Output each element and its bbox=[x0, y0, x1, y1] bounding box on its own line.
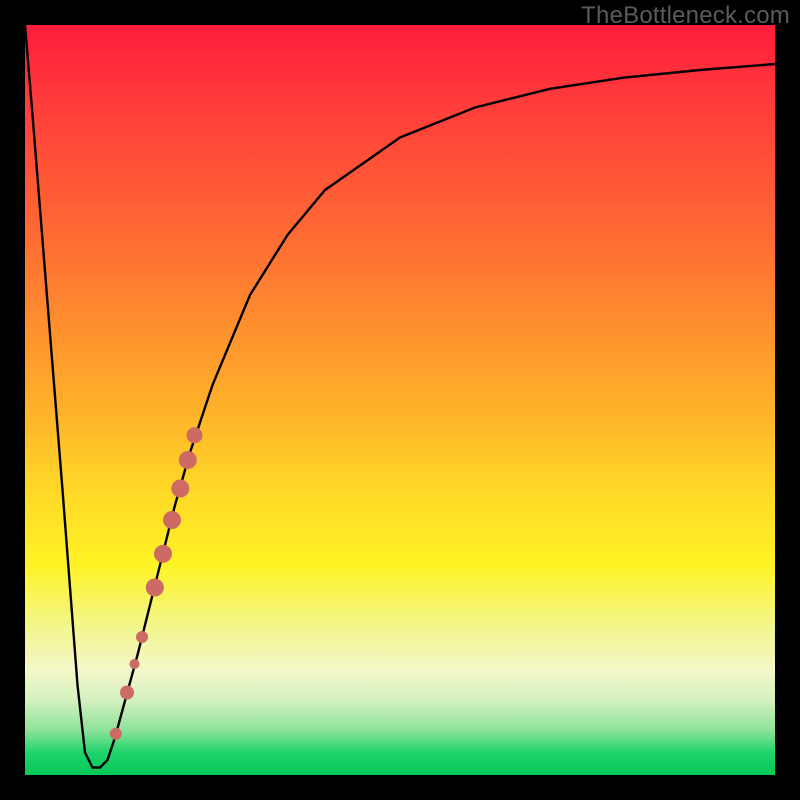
data-point bbox=[179, 451, 197, 469]
data-point bbox=[154, 545, 172, 563]
data-point bbox=[171, 480, 189, 498]
data-point bbox=[187, 427, 203, 443]
chart-svg bbox=[25, 25, 775, 775]
data-point bbox=[163, 511, 181, 529]
watermark-text: TheBottleneck.com bbox=[581, 2, 790, 30]
chart-frame: TheBottleneck.com bbox=[0, 0, 800, 800]
highlight-points bbox=[110, 427, 203, 740]
data-point bbox=[130, 659, 140, 669]
bottleneck-curve bbox=[25, 25, 775, 768]
data-point bbox=[120, 686, 134, 700]
data-point bbox=[110, 728, 122, 740]
data-point bbox=[146, 579, 164, 597]
data-point bbox=[136, 631, 148, 643]
plot-area bbox=[25, 25, 775, 775]
